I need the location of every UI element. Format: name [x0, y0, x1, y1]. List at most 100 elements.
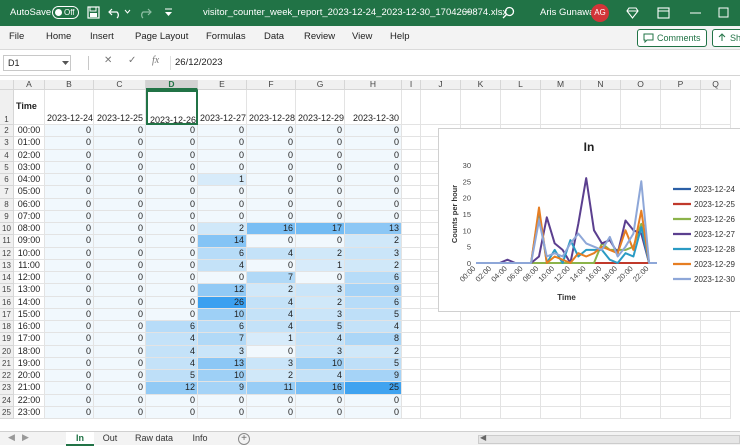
count-cell[interactable]: 0	[94, 357, 146, 370]
count-cell[interactable]: 0	[94, 308, 146, 321]
row-header-1[interactable]: 1	[0, 90, 14, 125]
count-cell[interactable]: 6	[345, 296, 402, 309]
empty-cell[interactable]	[661, 90, 701, 125]
empty-cell[interactable]	[501, 345, 541, 358]
count-cell[interactable]: 0	[94, 406, 146, 419]
count-cell[interactable]: 8	[345, 333, 402, 346]
count-cell[interactable]: 0	[146, 247, 198, 260]
insert-function-icon[interactable]: fx	[152, 55, 159, 66]
comments-button[interactable]: Comments	[637, 29, 707, 47]
menu-help[interactable]: Help	[390, 31, 410, 42]
empty-cell[interactable]	[402, 272, 421, 285]
count-cell[interactable]: 0	[45, 259, 94, 272]
empty-cell[interactable]	[661, 333, 701, 346]
tab-out[interactable]: Out	[94, 432, 126, 446]
empty-cell[interactable]	[402, 137, 421, 150]
row-header-15[interactable]: 15	[0, 284, 14, 297]
count-cell[interactable]: 0	[45, 394, 94, 407]
row-header-13[interactable]: 13	[0, 259, 14, 272]
empty-cell[interactable]	[402, 382, 421, 395]
avatar[interactable]: AG	[591, 4, 609, 22]
count-cell[interactable]: 0	[198, 125, 247, 138]
count-cell[interactable]: 0	[45, 308, 94, 321]
empty-cell[interactable]	[581, 370, 621, 383]
empty-cell[interactable]	[402, 210, 421, 223]
date-header-cell[interactable]: 2023-12-24	[45, 90, 94, 125]
count-cell[interactable]: 3	[198, 345, 247, 358]
column-header-b[interactable]: B	[45, 80, 94, 90]
row-header-14[interactable]: 14	[0, 272, 14, 285]
share-button[interactable]: Sh	[712, 29, 740, 47]
date-header-cell[interactable]: 2023-12-27	[198, 90, 247, 125]
count-cell[interactable]: 0	[146, 235, 198, 248]
count-cell[interactable]: 0	[146, 223, 198, 236]
time-cell[interactable]: 16:00	[14, 321, 45, 334]
time-cell[interactable]: 15:00	[14, 308, 45, 321]
date-header-cell[interactable]: 2023-12-29	[296, 90, 345, 125]
empty-cell[interactable]	[541, 357, 581, 370]
row-header-20[interactable]: 20	[0, 345, 14, 358]
time-cell[interactable]: 23:00	[14, 406, 45, 419]
count-cell[interactable]: 0	[345, 210, 402, 223]
count-cell[interactable]: 0	[146, 272, 198, 285]
row-header-3[interactable]: 3	[0, 137, 14, 150]
search-icon[interactable]	[502, 6, 515, 19]
empty-cell[interactable]	[421, 394, 461, 407]
time-cell[interactable]: 20:00	[14, 370, 45, 383]
time-cell[interactable]: 21:00	[14, 382, 45, 395]
empty-cell[interactable]	[661, 382, 701, 395]
time-cell[interactable]: 17:00	[14, 333, 45, 346]
count-cell[interactable]: 0	[296, 125, 345, 138]
count-cell[interactable]: 0	[45, 174, 94, 187]
count-cell[interactable]: 0	[247, 406, 296, 419]
count-cell[interactable]: 25	[345, 382, 402, 395]
count-cell[interactable]: 2	[247, 284, 296, 297]
count-cell[interactable]: 0	[45, 345, 94, 358]
empty-cell[interactable]	[541, 382, 581, 395]
count-cell[interactable]: 0	[146, 210, 198, 223]
time-cell[interactable]: 13:00	[14, 284, 45, 297]
filename-chevron-icon[interactable]: ⌄	[464, 5, 472, 16]
empty-cell[interactable]	[402, 321, 421, 334]
column-header-f[interactable]: F	[247, 80, 296, 90]
tab-info[interactable]: Info	[182, 432, 218, 446]
time-cell[interactable]: 01:00	[14, 137, 45, 150]
count-cell[interactable]: 0	[247, 186, 296, 199]
empty-cell[interactable]	[661, 357, 701, 370]
count-cell[interactable]: 0	[94, 198, 146, 211]
count-cell[interactable]: 0	[45, 210, 94, 223]
count-cell[interactable]: 0	[146, 198, 198, 211]
count-cell[interactable]: 3	[296, 345, 345, 358]
count-cell[interactable]: 0	[94, 284, 146, 297]
formula-input[interactable]: 26/12/2023	[175, 57, 223, 68]
count-cell[interactable]: 0	[296, 137, 345, 150]
count-cell[interactable]: 0	[94, 149, 146, 162]
ribbon-display-icon[interactable]	[657, 7, 670, 19]
count-cell[interactable]: 0	[345, 137, 402, 150]
column-header-g[interactable]: G	[296, 80, 345, 90]
count-cell[interactable]: 0	[94, 247, 146, 260]
time-cell[interactable]: 02:00	[14, 149, 45, 162]
count-cell[interactable]: 0	[345, 198, 402, 211]
empty-cell[interactable]	[541, 333, 581, 346]
empty-cell[interactable]	[402, 345, 421, 358]
count-cell[interactable]: 0	[247, 345, 296, 358]
count-cell[interactable]: 12	[198, 284, 247, 297]
date-header-cell[interactable]: 2023-12-30	[345, 90, 402, 125]
menu-view[interactable]: View	[352, 31, 372, 42]
count-cell[interactable]: 16	[247, 223, 296, 236]
column-header-o[interactable]: O	[621, 80, 661, 90]
time-cell[interactable]: 10:00	[14, 247, 45, 260]
count-cell[interactable]: 0	[45, 357, 94, 370]
count-cell[interactable]: 0	[45, 125, 94, 138]
count-cell[interactable]: 0	[94, 272, 146, 285]
count-cell[interactable]: 4	[296, 370, 345, 383]
count-cell[interactable]: 4	[198, 259, 247, 272]
empty-cell[interactable]	[581, 394, 621, 407]
count-cell[interactable]: 2	[247, 370, 296, 383]
count-cell[interactable]: 0	[45, 149, 94, 162]
row-header-6[interactable]: 6	[0, 174, 14, 187]
count-cell[interactable]: 0	[247, 149, 296, 162]
count-cell[interactable]: 1	[198, 174, 247, 187]
row-header-22[interactable]: 22	[0, 370, 14, 383]
